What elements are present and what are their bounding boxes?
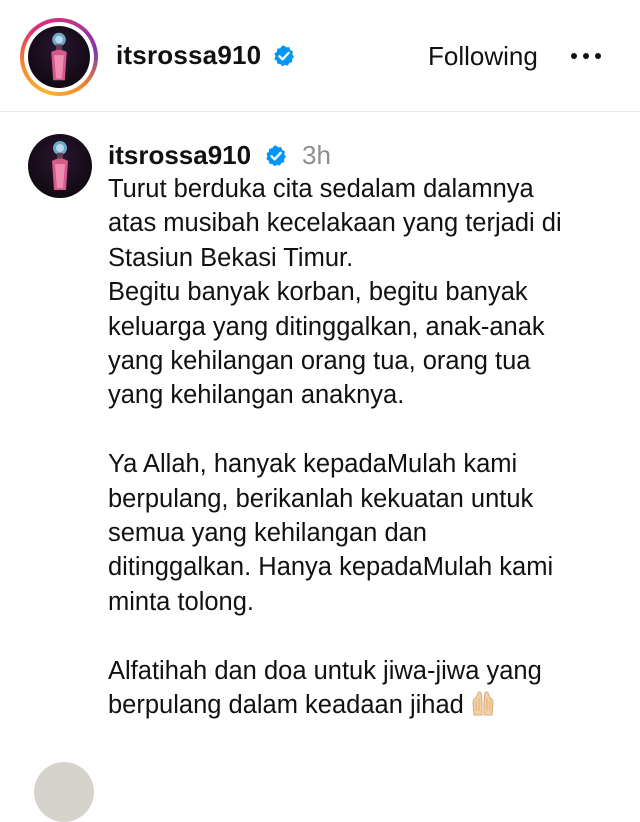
- more-options-icon[interactable]: [566, 40, 606, 72]
- post-caption: Turut berduka cita sedalam dalamnya atas…: [108, 172, 628, 722]
- following-button[interactable]: Following: [422, 36, 544, 76]
- header-avatar[interactable]: [28, 26, 90, 88]
- post-timestamp: 3h: [302, 140, 331, 170]
- avatar-figure-icon: [51, 32, 67, 81]
- header-username[interactable]: itsrossa910: [116, 38, 261, 72]
- caption-paragraph: Ya Allah, hanyak kepadaMulah kami berpul…: [108, 450, 554, 616]
- post-author-username[interactable]: itsrossa910: [108, 138, 251, 172]
- next-post-avatar[interactable]: [34, 762, 94, 822]
- avatar-figure-icon: [52, 141, 68, 190]
- post-author-avatar[interactable]: [28, 134, 92, 198]
- profile-header: itsrossa910 Following: [0, 0, 640, 112]
- caption-paragraph: Turut berduka cita sedalam dalamnya atas…: [108, 175, 562, 410]
- caption-paragraph: Alfatihah dan doa untuk jiwa-jiwa yang b…: [108, 654, 628, 723]
- verified-badge-icon: [274, 45, 294, 67]
- verified-badge-icon: [266, 145, 286, 167]
- story-ring[interactable]: [20, 18, 98, 96]
- praying-hands-emoji-icon: [472, 691, 494, 716]
